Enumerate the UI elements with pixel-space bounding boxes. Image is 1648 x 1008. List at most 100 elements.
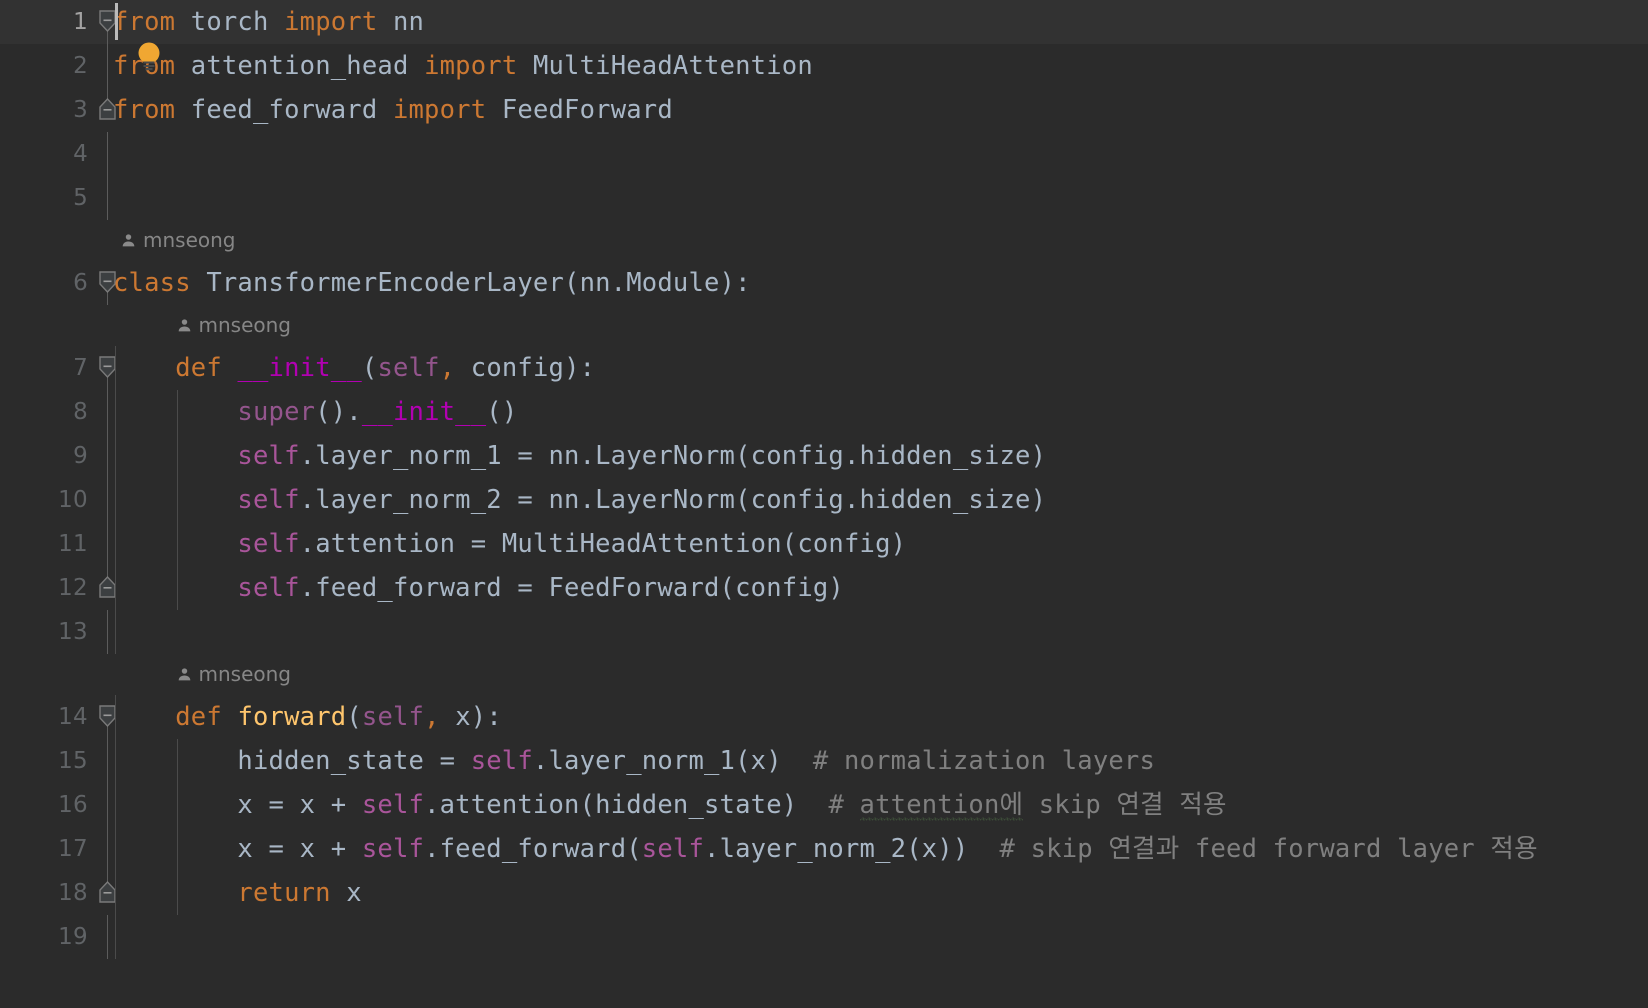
code-line[interactable]: 9 self.layer_norm_1 = nn.LayerNorm(confi… bbox=[0, 434, 1648, 478]
code-token: # skip 연결과 feed forward layer 적용 bbox=[999, 834, 1538, 864]
fold-column[interactable] bbox=[96, 132, 120, 176]
line-gutter[interactable]: 4 bbox=[0, 132, 96, 176]
line-gutter[interactable]: 11 bbox=[0, 522, 96, 566]
line-number: 18 bbox=[58, 880, 88, 906]
line-number: 5 bbox=[73, 185, 88, 211]
code-token: .layer_norm_2(x)) bbox=[704, 834, 1000, 864]
line-gutter[interactable]: 1 bbox=[0, 0, 96, 44]
line-gutter[interactable]: 19 bbox=[0, 915, 96, 959]
line-number: 9 bbox=[73, 443, 88, 469]
codelens-author-label: mnseong bbox=[198, 662, 292, 686]
code-line[interactable]: 6 class TransformerEncoderLayer(nn.Module… bbox=[0, 261, 1648, 305]
line-number: 13 bbox=[58, 619, 88, 645]
line-gutter[interactable]: 15 bbox=[0, 739, 96, 783]
line-gutter[interactable]: 17 bbox=[0, 827, 96, 871]
code-line[interactable]: 17 x = x + self.feed_forward(self.layer_… bbox=[0, 827, 1648, 871]
line-number: 6 bbox=[73, 270, 88, 296]
code-token: nn bbox=[377, 7, 425, 37]
code-line[interactable]: 15 hidden_state = self.layer_norm_1(x) #… bbox=[0, 739, 1648, 783]
code-token: # normalization layers bbox=[812, 746, 1156, 776]
code-token: import bbox=[284, 7, 378, 37]
code-line[interactable]: 4 bbox=[0, 132, 1648, 176]
code-token: self bbox=[377, 353, 440, 383]
line-gutter[interactable]: 12 bbox=[0, 566, 96, 610]
codelens-author[interactable]: mnseong bbox=[121, 220, 236, 261]
codelens-author[interactable]: mnseong bbox=[177, 654, 292, 695]
line-gutter[interactable]: 3 bbox=[0, 88, 96, 132]
line-gutter[interactable]: 16 bbox=[0, 783, 96, 827]
line-number: 17 bbox=[58, 836, 88, 862]
code-token: TransformerEncoderLayer(nn.Module): bbox=[190, 268, 751, 298]
code-line[interactable]: 8 super().__init__() bbox=[0, 390, 1648, 434]
line-number: 11 bbox=[58, 531, 88, 557]
code-line[interactable]: 12 self.feed_forward = FeedForward(confi… bbox=[0, 566, 1648, 610]
code-line[interactable]: 14 def forward(self, x): bbox=[0, 695, 1648, 739]
code-line[interactable]: 13 bbox=[0, 610, 1648, 654]
code-line[interactable]: 3 from feed_forward import FeedForward bbox=[0, 88, 1648, 132]
line-gutter[interactable]: 8 bbox=[0, 390, 96, 434]
line-gutter[interactable]: 9 bbox=[0, 434, 96, 478]
line-number: 12 bbox=[58, 575, 88, 601]
code-line[interactable]: 11 self.attention = MultiHeadAttention(c… bbox=[0, 522, 1648, 566]
code-line[interactable]: 5 bbox=[0, 176, 1648, 220]
code-line[interactable]: 16 x = x + self.attention(hidden_state) … bbox=[0, 783, 1648, 827]
code-token: self bbox=[237, 573, 300, 603]
code-text: def forward(self, x): bbox=[113, 695, 502, 739]
line-number: 1 bbox=[73, 9, 88, 35]
line-number: 3 bbox=[73, 97, 88, 123]
code-editor[interactable]: 1 from torch import nn 2 from attention_hea… bbox=[0, 0, 1648, 1008]
line-gutter[interactable]: 2 bbox=[0, 44, 96, 88]
line-number: 14 bbox=[58, 704, 88, 730]
text-caret bbox=[115, 3, 118, 40]
codelens-row: mnseong bbox=[0, 220, 1648, 261]
line-gutter[interactable]: 18 bbox=[0, 871, 96, 915]
code-text: x = x + self.attention(hidden_state) # a… bbox=[113, 783, 1227, 827]
code-token: () bbox=[486, 397, 518, 427]
code-line[interactable]: 1 from torch import nn bbox=[0, 0, 1648, 44]
fold-column[interactable] bbox=[96, 915, 120, 959]
code-text: self.feed_forward = FeedForward(config) bbox=[113, 566, 844, 610]
line-gutter[interactable]: 14 bbox=[0, 695, 96, 739]
line-number: 19 bbox=[58, 924, 88, 950]
code-token: self bbox=[237, 441, 300, 471]
code-text: class TransformerEncoderLayer(nn.Module)… bbox=[113, 261, 751, 305]
line-gutter[interactable]: 6 bbox=[0, 261, 96, 305]
code-token: skip 연결 적용 bbox=[1023, 790, 1227, 820]
code-text: super().__init__() bbox=[113, 390, 517, 434]
line-number: 15 bbox=[58, 748, 88, 774]
code-token: def bbox=[175, 353, 222, 383]
codelens-author[interactable]: mnseong bbox=[177, 305, 291, 346]
code-line[interactable]: 7 def __init__(self, config): bbox=[0, 346, 1648, 390]
code-text: self.layer_norm_1 = nn.LayerNorm(config.… bbox=[113, 434, 1046, 478]
lightbulb-icon[interactable] bbox=[136, 41, 162, 71]
code-token: self bbox=[470, 746, 533, 776]
code-token: x bbox=[330, 878, 362, 908]
code-line[interactable]: 18 return x bbox=[0, 871, 1648, 915]
code-text: def __init__(self, config): bbox=[113, 346, 595, 390]
code-token: # bbox=[828, 790, 860, 820]
code-line[interactable]: 2 from attention_head import MultiHeadAtt… bbox=[0, 44, 1648, 88]
line-number: 16 bbox=[58, 792, 88, 818]
line-gutter[interactable]: 13 bbox=[0, 610, 96, 654]
code-token: attention_head bbox=[175, 51, 425, 81]
fold-column[interactable] bbox=[96, 610, 120, 654]
fold-column[interactable] bbox=[96, 176, 120, 220]
code-token: __init__ bbox=[237, 353, 362, 383]
code-token: self bbox=[237, 485, 300, 515]
person-icon bbox=[177, 318, 192, 333]
code-line[interactable]: 10 self.layer_norm_2 = nn.LayerNorm(conf… bbox=[0, 478, 1648, 522]
line-gutter[interactable]: 10 bbox=[0, 478, 96, 522]
code-token: torch bbox=[175, 7, 285, 37]
line-gutter[interactable]: 7 bbox=[0, 346, 96, 390]
code-text: from feed_forward import FeedForward bbox=[113, 88, 673, 132]
code-text: return x bbox=[113, 871, 362, 915]
code-line[interactable]: 19 bbox=[0, 915, 1648, 959]
code-token: (). bbox=[315, 397, 362, 427]
line-gutter[interactable]: 5 bbox=[0, 176, 96, 220]
code-token: x): bbox=[439, 702, 502, 732]
